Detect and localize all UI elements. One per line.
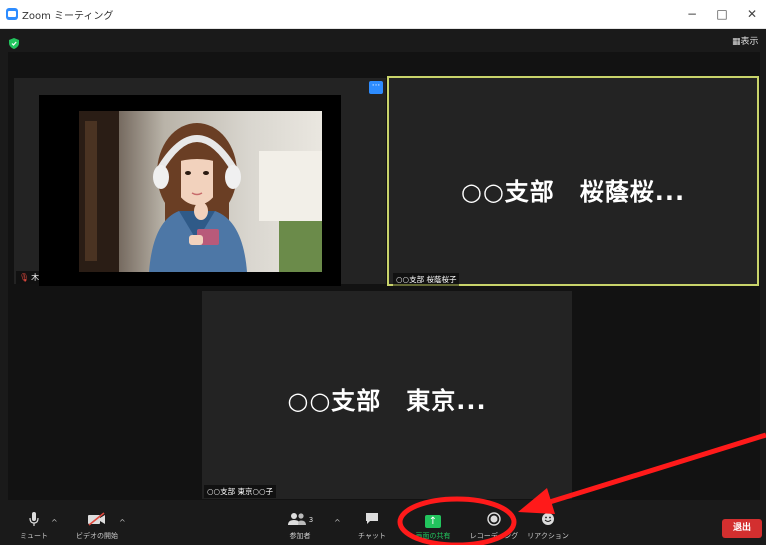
record-button[interactable]: レコーディング — [464, 512, 524, 541]
leave-meeting-button[interactable]: 退出 — [722, 519, 762, 538]
record-icon — [464, 512, 524, 528]
participant-name-tag: 🎙 木 — [16, 271, 43, 284]
participant-name-tag: ○○支部 桜蔭桜子 — [393, 273, 460, 286]
close-button[interactable]: ✕ — [742, 4, 762, 24]
participants-count: 3 — [308, 516, 314, 524]
chat-label: チャット — [358, 532, 386, 540]
video-frame — [39, 95, 341, 286]
reactions-label: リアクション — [527, 532, 569, 540]
zoom-meeting-window: Zoom ミーティング − □ ✕ ▦表示 ··· 🎙 木 ○○支部 桜蔭桜..… — [0, 0, 766, 545]
start-video-label: ビデオの開始 — [76, 532, 118, 540]
maximize-button[interactable]: □ — [712, 4, 732, 24]
video-off-icon — [67, 512, 127, 528]
share-screen-label: 画面の共有 — [415, 532, 451, 540]
participants-label: 参加者 — [289, 532, 311, 540]
minimize-button[interactable]: − — [682, 4, 702, 24]
shield-icon[interactable] — [9, 38, 19, 49]
zoom-app-icon — [6, 8, 18, 20]
reactions-button[interactable]: リアクション — [518, 512, 578, 541]
participant-tile-active-speaker[interactable]: ○○支部 桜蔭桜... ○○支部 桜蔭桜子 — [387, 76, 759, 286]
share-screen-icon: ↑ — [403, 512, 463, 528]
chat-icon — [342, 512, 402, 528]
smiley-icon — [518, 512, 578, 528]
chat-button[interactable]: チャット — [342, 512, 402, 541]
view-button[interactable]: ▦表示 — [732, 34, 759, 47]
share-screen-button[interactable]: ↑ 画面の共有 — [403, 512, 463, 541]
meeting-top-strip — [0, 29, 766, 51]
start-video-button[interactable]: ビデオの開始 — [67, 512, 127, 541]
participants-options-caret[interactable]: ^ — [334, 518, 341, 527]
participants-icon: 3 — [270, 512, 330, 528]
participant-name-tag: ○○支部 東京○○子 — [204, 485, 277, 498]
mic-muted-icon: 🎙 — [19, 273, 30, 282]
view-label: 表示 — [740, 37, 759, 47]
participant-tile[interactable]: ○○支部 東京... ○○支部 東京○○子 — [202, 291, 572, 499]
participant-name: 木 — [31, 273, 40, 282]
video-options-caret[interactable]: ^ — [119, 518, 126, 527]
title-bar: Zoom ミーティング − □ ✕ — [0, 0, 766, 29]
participant-display-name: ○○支部 桜蔭桜... — [460, 178, 686, 206]
participants-button[interactable]: 3 参加者 — [270, 512, 330, 541]
window-title: Zoom ミーティング — [22, 11, 114, 22]
record-label: レコーディング — [469, 532, 519, 540]
mute-label: ミュート — [20, 532, 48, 540]
mute-options-caret[interactable]: ^ — [51, 518, 58, 527]
grid-icon: ▦ — [732, 37, 741, 47]
tile-more-options-button[interactable]: ··· — [369, 81, 383, 94]
participant-tile-video[interactable]: ··· 🎙 木 — [14, 78, 386, 286]
participant-display-name: ○○支部 東京... — [287, 387, 487, 415]
participant-video-image — [79, 111, 322, 272]
